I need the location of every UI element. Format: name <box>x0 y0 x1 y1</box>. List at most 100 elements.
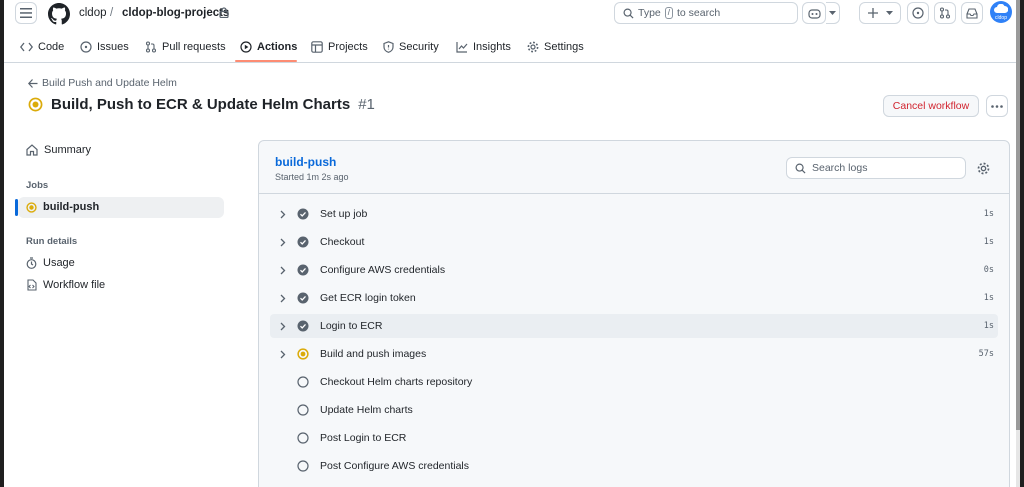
step-name: Configure AWS credentials <box>320 264 446 276</box>
step-row[interactable]: Get ECR login token 1s <box>270 286 998 310</box>
search-icon <box>623 8 634 19</box>
step-row[interactable]: Configure AWS credentials 0s <box>270 258 998 282</box>
lock-icon <box>219 7 229 18</box>
step-name: Build and push images <box>320 348 427 360</box>
chevron-right-icon <box>280 238 286 246</box>
step-status <box>296 404 310 416</box>
step-row[interactable]: Checkout Helm charts repository <box>270 370 998 394</box>
step-expand-toggle[interactable] <box>276 294 290 303</box>
queued-circle-icon <box>297 432 309 444</box>
copilot-dropdown-button[interactable] <box>826 2 840 24</box>
job-header-divider <box>259 193 1009 194</box>
tab-security[interactable]: Security <box>383 39 439 55</box>
step-row[interactable]: Post Configure AWS credentials <box>270 454 998 478</box>
sidebar-item-usage[interactable]: Usage <box>26 257 75 269</box>
chevron-right-icon <box>280 210 286 218</box>
step-status <box>296 292 310 304</box>
run-title: Build, Push to ECR & Update Helm Charts <box>51 96 351 113</box>
create-new-button[interactable] <box>859 2 901 24</box>
step-name: Post Login to ECR <box>320 432 407 444</box>
stopwatch-icon <box>26 257 37 269</box>
step-row[interactable]: Post Login to ECR <box>270 426 998 450</box>
breadcrumb-repo-link[interactable]: cldop-blog-projects <box>122 7 229 19</box>
check-circle-fill-icon <box>297 236 309 248</box>
step-duration: 57s <box>978 349 994 359</box>
tab-insights[interactable]: Insights <box>456 39 511 55</box>
in-progress-status-icon <box>28 97 43 112</box>
avatar[interactable]: cldop <box>990 1 1012 23</box>
copilot-button[interactable] <box>802 2 826 24</box>
sidebar-item-label: Usage <box>43 257 75 269</box>
step-duration: 1s <box>983 293 994 303</box>
gear-icon <box>527 41 539 53</box>
search-icon <box>795 163 806 174</box>
tab-security-label: Security <box>399 41 439 53</box>
tab-settings[interactable]: Settings <box>527 39 584 55</box>
caret-down-icon <box>829 10 836 15</box>
step-expand-toggle[interactable] <box>276 322 290 331</box>
sidebar-item-summary[interactable]: Summary <box>26 144 91 156</box>
menu-button[interactable] <box>15 2 37 24</box>
step-row[interactable]: Login to ECR 1s <box>270 314 998 338</box>
active-tab-indicator <box>235 60 297 62</box>
step-name: Post Configure AWS credentials <box>320 460 470 472</box>
tab-actions[interactable]: Actions <box>240 39 297 55</box>
queued-circle-icon <box>297 404 309 416</box>
step-row[interactable]: Set up job 1s <box>270 202 998 226</box>
check-circle-fill-icon <box>297 292 309 304</box>
tab-actions-label: Actions <box>257 41 298 53</box>
code-icon <box>20 42 33 52</box>
step-expand-toggle[interactable] <box>276 266 290 275</box>
step-row[interactable]: Build and push images 57s <box>270 342 998 366</box>
step-name: Get ECR login token <box>320 292 416 304</box>
back-to-workflow-link[interactable]: Build Push and Update Helm <box>28 77 177 89</box>
hamburger-icon <box>20 8 32 18</box>
step-expand-toggle[interactable] <box>276 350 290 359</box>
home-icon <box>26 144 38 156</box>
search-logs-placeholder: Search logs <box>812 162 868 174</box>
table-icon <box>311 41 323 53</box>
check-circle-fill-icon <box>297 264 309 276</box>
queued-circle-icon <box>297 460 309 472</box>
tab-projects[interactable]: Projects <box>311 39 368 55</box>
step-row[interactable]: Checkout 1s <box>270 230 998 254</box>
arrow-left-icon <box>28 78 38 88</box>
sidebar-item-label: build-push <box>43 201 100 213</box>
step-expand-toggle[interactable] <box>276 210 290 219</box>
sidebar-item-label: Workflow file <box>43 279 106 291</box>
search-logs-input[interactable]: Search logs <box>786 157 966 179</box>
sidebar-item-workflow-file[interactable]: Workflow file <box>26 279 105 291</box>
chevron-right-icon <box>280 266 286 274</box>
scrollbar-thumb[interactable] <box>1016 0 1020 430</box>
more-options-button[interactable] <box>986 95 1008 117</box>
step-row[interactable]: Update Helm charts <box>270 398 998 422</box>
queued-circle-icon <box>297 376 309 388</box>
sidebar-run-details-heading: Run details <box>26 236 78 247</box>
issues-header-button[interactable] <box>907 2 929 24</box>
tab-code[interactable]: Code <box>20 39 64 55</box>
sidebar-item-job[interactable]: build-push <box>26 201 99 213</box>
inbox-icon <box>966 7 978 19</box>
search-shortcut-key: / <box>664 7 673 19</box>
chevron-right-icon <box>280 350 286 358</box>
page-title: Build, Push to ECR & Update Helm Charts … <box>28 96 375 113</box>
job-started-time: Started 1m 2s ago <box>275 172 349 182</box>
github-logo-icon[interactable] <box>48 3 70 25</box>
kebab-horizontal-icon <box>991 104 1003 108</box>
cancel-workflow-button[interactable]: Cancel workflow <box>883 95 979 117</box>
file-code-icon <box>27 279 37 291</box>
job-name[interactable]: build-push <box>275 155 336 169</box>
step-name: Checkout <box>320 236 365 248</box>
step-expand-toggle[interactable] <box>276 238 290 247</box>
tab-pull-requests[interactable]: Pull requests <box>145 39 226 55</box>
gear-icon[interactable] <box>977 162 990 175</box>
step-duration: 0s <box>983 265 994 275</box>
notifications-button[interactable] <box>961 2 983 24</box>
tab-issues[interactable]: Issues <box>80 39 129 55</box>
global-search-input[interactable]: Type / to search <box>614 2 798 24</box>
play-icon <box>240 41 252 53</box>
step-status <box>296 320 310 332</box>
pull-requests-header-button[interactable] <box>934 2 956 24</box>
breadcrumb-owner-link[interactable]: cldop <box>79 7 107 19</box>
step-name: Set up job <box>320 208 368 220</box>
